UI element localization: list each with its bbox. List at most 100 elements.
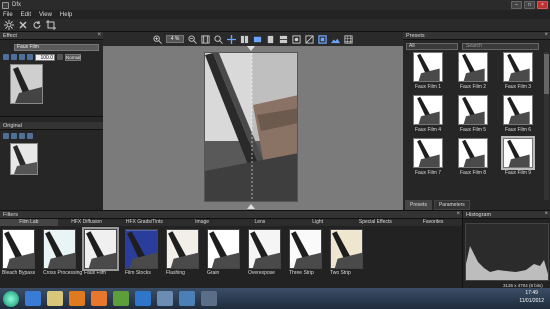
presets-scrollbar[interactable] — [544, 52, 549, 200]
internet-explorer-icon[interactable] — [25, 291, 41, 306]
filter-tab[interactable]: Lens — [231, 219, 289, 226]
filter-thumbnail[interactable] — [166, 229, 199, 269]
preset-item[interactable]: Faux Film 3 — [497, 52, 539, 90]
preset-item[interactable]: Faux Film 1 — [407, 52, 449, 90]
filter-item[interactable]: Flashing — [166, 229, 205, 276]
network-icon[interactable] — [179, 291, 195, 306]
split-vertical-icon[interactable] — [240, 35, 249, 44]
preset-item[interactable]: Faux Film 4 — [407, 95, 449, 133]
preset-item[interactable]: Faux Film 9 — [497, 136, 539, 176]
preset-thumbnail[interactable] — [458, 138, 488, 168]
effect-selector[interactable]: Faux Film — [14, 44, 99, 51]
minimize-button[interactable]: – — [511, 1, 522, 9]
preset-thumbnail[interactable] — [503, 95, 533, 125]
preset-item[interactable]: Faux Film 5 — [452, 95, 494, 133]
clock[interactable]: 17:49 11/01/2012 — [519, 289, 544, 305]
stepper-icon[interactable] — [57, 54, 63, 60]
presets-scrollbar-thumb[interactable] — [544, 54, 549, 94]
filter-item[interactable]: Two Strip — [330, 229, 369, 276]
menu-view[interactable]: View — [39, 12, 52, 18]
tab-parameters[interactable]: Parameters — [433, 200, 470, 210]
preset-thumbnail[interactable] — [413, 138, 443, 168]
filter-thumbnail[interactable] — [330, 229, 363, 269]
filter-item[interactable]: Film Stocks — [125, 229, 164, 276]
preset-thumbnail[interactable] — [458, 52, 488, 82]
filter-tab[interactable]: Favorites — [404, 219, 462, 226]
settings-icon[interactable] — [4, 20, 14, 30]
file-explorer-icon[interactable] — [47, 291, 63, 306]
preview-image[interactable] — [204, 52, 298, 202]
menu-help[interactable]: Help — [60, 12, 72, 18]
blend-mode-select[interactable]: Normal — [65, 53, 81, 61]
preset-item[interactable]: Faux Film 8 — [452, 138, 494, 176]
amount-field[interactable]: 100.0 — [35, 53, 55, 61]
filter-thumbnail[interactable] — [2, 229, 35, 269]
preset-thumbnail[interactable] — [503, 52, 533, 82]
filter-item[interactable]: Faux Film — [82, 227, 123, 276]
filter-thumbnail[interactable] — [125, 229, 158, 269]
preset-search-input[interactable]: Search — [462, 43, 539, 50]
maximize-button[interactable]: □ — [524, 1, 535, 9]
histogram-panel-close-button[interactable]: × — [544, 211, 548, 217]
filter-item[interactable]: Cross Processing — [43, 229, 82, 276]
filter-tab[interactable]: Film Lab — [0, 219, 58, 226]
filter-item[interactable]: Bleach Bypass — [2, 229, 41, 276]
compare-icon[interactable] — [11, 133, 17, 139]
photos-icon[interactable] — [157, 291, 173, 306]
filter-item[interactable]: Grain — [207, 229, 246, 276]
effect-panel-close-button[interactable]: × — [97, 32, 101, 38]
filter-thumbnail[interactable] — [207, 229, 240, 269]
firefox-icon[interactable] — [91, 291, 107, 306]
skype-icon[interactable] — [135, 291, 151, 306]
filter-thumbnail[interactable] — [82, 227, 119, 271]
preset-thumbnail[interactable] — [458, 95, 488, 125]
filter-tab[interactable]: Special Effects — [347, 219, 405, 226]
rotate-icon[interactable] — [32, 20, 42, 30]
start-button[interactable] — [3, 290, 19, 307]
media-player-icon[interactable] — [69, 291, 85, 306]
preset-category-select[interactable]: All — [406, 43, 458, 50]
mask-icon[interactable] — [19, 54, 25, 60]
image-canvas[interactable] — [103, 46, 403, 210]
cancel-icon[interactable] — [18, 20, 28, 30]
preset-item[interactable]: Faux Film 6 — [497, 95, 539, 133]
filter-thumbnail[interactable] — [43, 229, 76, 269]
tab-presets[interactable]: Presets — [405, 200, 432, 210]
grid-icon[interactable] — [344, 34, 353, 44]
crop-icon[interactable] — [46, 20, 56, 30]
mask-view-icon[interactable] — [292, 34, 301, 44]
magnify-icon[interactable] — [214, 34, 223, 44]
utorrent-icon[interactable] — [113, 291, 129, 306]
menu-edit[interactable]: Edit — [21, 12, 31, 18]
preset-item[interactable]: Faux Film 7 — [407, 138, 449, 176]
zoom-level[interactable]: 4 % — [166, 35, 184, 43]
filter-tab[interactable]: Light — [289, 219, 347, 226]
preset-thumbnail[interactable] — [413, 52, 443, 82]
invert-icon[interactable] — [27, 54, 33, 60]
split-horizontal-icon[interactable] — [279, 35, 288, 44]
split-bottom-marker-icon[interactable] — [247, 203, 255, 209]
close-button[interactable]: × — [537, 1, 548, 9]
preset-item[interactable]: Faux Film 2 — [452, 52, 494, 90]
filter-item[interactable]: Overexpose — [248, 229, 287, 276]
view-icon[interactable] — [3, 133, 9, 139]
zoom-out-icon[interactable] — [188, 34, 197, 44]
single-view-icon[interactable] — [266, 35, 275, 44]
brush-icon[interactable] — [3, 54, 9, 60]
pan-icon[interactable] — [227, 34, 236, 44]
filter-tab[interactable]: Image — [173, 219, 231, 226]
preset-thumbnail[interactable] — [413, 95, 443, 125]
landscape-icon[interactable] — [331, 35, 340, 44]
swap-icon[interactable] — [27, 133, 33, 139]
eraser-icon[interactable] — [11, 54, 17, 60]
filter-thumbnail[interactable] — [289, 229, 322, 269]
split-icon[interactable] — [19, 133, 25, 139]
filter-item[interactable]: Three Strip — [289, 229, 328, 276]
filter-tab[interactable]: HFX Grads/Tints — [116, 219, 174, 226]
zoom-in-icon[interactable] — [153, 34, 162, 44]
filters-panel-close-button[interactable]: × — [456, 211, 460, 217]
dfx-app-icon[interactable] — [201, 291, 217, 306]
filter-tab[interactable]: HFX Diffusion — [58, 219, 116, 226]
menu-file[interactable]: File — [3, 12, 13, 18]
view-mode-icon[interactable] — [253, 35, 262, 44]
